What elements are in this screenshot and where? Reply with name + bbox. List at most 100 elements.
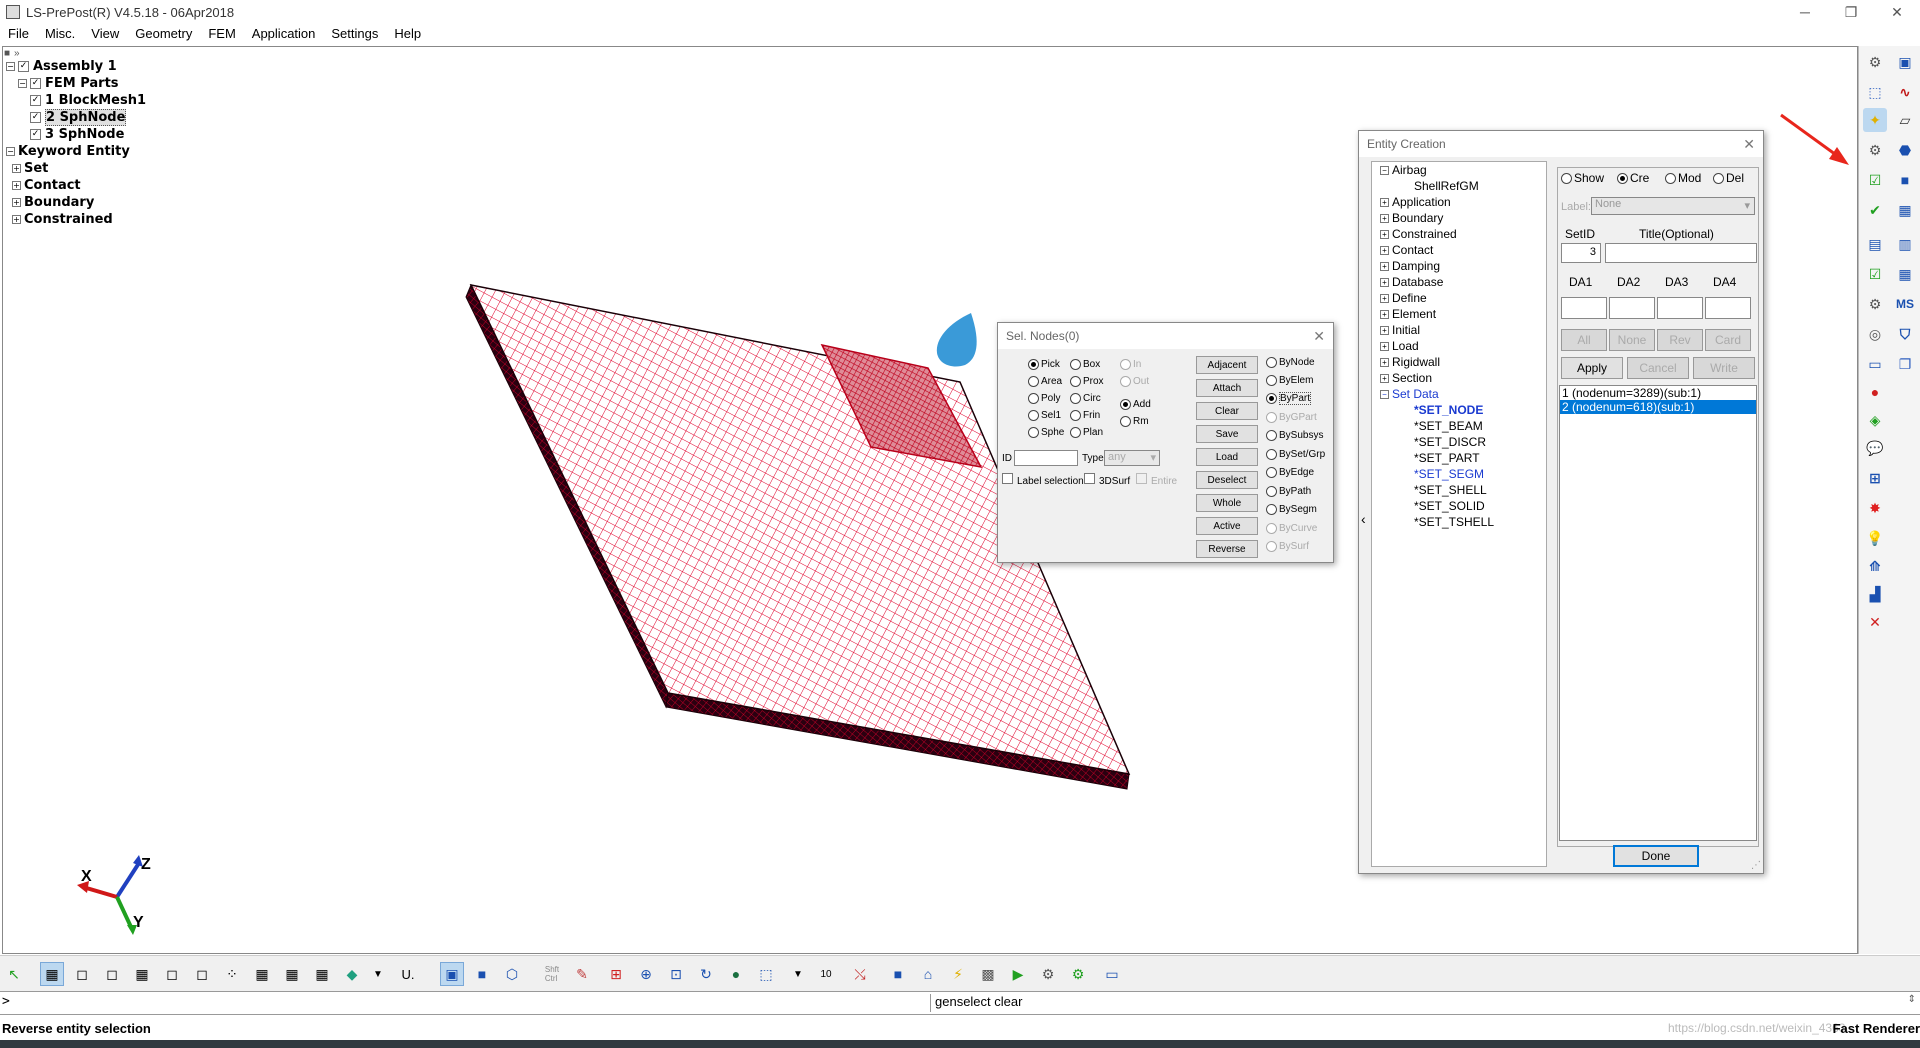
- disc-icon[interactable]: ◎: [1863, 322, 1887, 346]
- tree-node-airbag[interactable]: − Airbag: [1372, 162, 1546, 178]
- expand-icon[interactable]: +: [12, 181, 21, 190]
- hidden-line-icon[interactable]: ◻: [100, 962, 124, 986]
- done-button[interactable]: Done: [1613, 845, 1699, 867]
- expand-icon[interactable]: +: [1380, 213, 1389, 223]
- pages-icon[interactable]: ❐: [1893, 352, 1917, 376]
- radio-byedge[interactable]: ByEdge: [1266, 467, 1314, 478]
- dots-icon[interactable]: ⁘: [220, 962, 244, 986]
- cross-mesh-icon[interactable]: ✕: [1863, 610, 1887, 634]
- radio-frin[interactable]: Frin: [1070, 410, 1100, 421]
- speech-icon[interactable]: 💬: [1863, 436, 1887, 460]
- table-icon[interactable]: ▦: [1893, 262, 1917, 286]
- clear-button[interactable]: Clear: [1196, 402, 1258, 420]
- entity-creation-icon[interactable]: ✦: [1863, 108, 1887, 132]
- expand-icon[interactable]: +: [1380, 229, 1389, 239]
- reverse-button[interactable]: Reverse: [1196, 540, 1258, 558]
- cancel-button[interactable]: Cancel: [1627, 357, 1689, 379]
- da4-input[interactable]: [1705, 297, 1751, 319]
- stairs-icon[interactable]: ▟: [1863, 582, 1887, 606]
- wireframe-mesh-icon[interactable]: ▦: [40, 962, 64, 986]
- close-icon[interactable]: ✕: [1313, 328, 1325, 345]
- tree-node-database[interactable]: + Database: [1372, 274, 1546, 290]
- blocks-icon[interactable]: ⬚: [1863, 80, 1887, 104]
- settings-icon[interactable]: ⚙: [1863, 138, 1887, 162]
- radio-bygpart[interactable]: ByGPart: [1266, 412, 1317, 423]
- radio-rm[interactable]: Rm: [1120, 416, 1149, 427]
- apply-button[interactable]: Apply: [1561, 357, 1623, 379]
- plane-icon[interactable]: ▱: [1893, 108, 1917, 132]
- tree-node-define[interactable]: + Define: [1372, 290, 1546, 306]
- tree-node-element[interactable]: + Element: [1372, 306, 1546, 322]
- radio-prox[interactable]: Prox: [1070, 376, 1104, 387]
- expand-icon[interactable]: +: [1380, 277, 1389, 287]
- tree-node-contact[interactable]: + Contact: [1372, 242, 1546, 258]
- collapse-panel-icon[interactable]: ‹: [1361, 511, 1366, 527]
- da2-input[interactable]: [1609, 297, 1655, 319]
- collapse-icon[interactable]: −: [6, 62, 15, 71]
- list-item[interactable]: 2 (nodenum=618)(sub:1): [1560, 400, 1756, 414]
- tree-part-3[interactable]: ✓ 3 SphNode: [6, 126, 146, 143]
- rev-button[interactable]: Rev: [1657, 329, 1703, 351]
- checker-icon[interactable]: ▩: [976, 962, 1000, 986]
- box-icon[interactable]: ■: [1893, 168, 1917, 192]
- menu-application[interactable]: Application: [244, 26, 324, 41]
- chevron-down-icon[interactable]: ▼: [786, 962, 810, 986]
- fringe-icon[interactable]: ◆: [340, 962, 364, 986]
- tree-keyword-constrained[interactable]: + Constrained: [6, 211, 146, 228]
- menu-settings[interactable]: Settings: [323, 26, 386, 41]
- radio-bysetgrp[interactable]: BySet/Grp: [1266, 449, 1325, 460]
- radio-del[interactable]: Del: [1713, 171, 1744, 185]
- radio-bysurf[interactable]: BySurf: [1266, 541, 1309, 552]
- expand-icon[interactable]: +: [1380, 261, 1389, 271]
- bulb-icon[interactable]: 💡: [1863, 526, 1887, 550]
- shift-ctrl-label[interactable]: Shft Ctrl: [540, 962, 564, 986]
- gears-icon[interactable]: ⚙: [1863, 50, 1887, 74]
- tree-part-1[interactable]: ✓ 1 BlockMesh1: [6, 92, 146, 109]
- tree-icon[interactable]: ⟰: [1863, 554, 1887, 578]
- split-view-icon[interactable]: ⊞: [1863, 466, 1887, 490]
- radio-show[interactable]: Show: [1561, 171, 1604, 185]
- expand-icon[interactable]: +: [1380, 293, 1389, 303]
- model-check-icon[interactable]: ☑: [1863, 262, 1887, 286]
- tree-node-section[interactable]: + Section: [1372, 370, 1546, 386]
- expand-icon[interactable]: +: [1380, 357, 1389, 367]
- type-select[interactable]: any ▾: [1104, 450, 1160, 466]
- radio-area[interactable]: Area: [1028, 376, 1062, 387]
- checkbox-checked-icon[interactable]: ✓: [18, 61, 29, 72]
- da3-input[interactable]: [1657, 297, 1703, 319]
- gears-icon[interactable]: ⚙: [1036, 962, 1060, 986]
- cube-arrow-icon[interactable]: ◈: [1863, 408, 1887, 432]
- radio-out[interactable]: Out: [1120, 376, 1149, 387]
- radio-plan[interactable]: Plan: [1070, 427, 1103, 438]
- title-input[interactable]: [1605, 243, 1757, 263]
- save-button[interactable]: Save: [1196, 425, 1258, 443]
- radio-bypath[interactable]: ByPath: [1266, 486, 1311, 497]
- maximize-button[interactable]: ❐: [1828, 0, 1874, 24]
- radio-in[interactable]: In: [1120, 359, 1141, 370]
- window-icon[interactable]: ▭: [1863, 352, 1887, 376]
- pick-arrow-icon[interactable]: ↖: [2, 962, 26, 986]
- tree-keyword-boundary[interactable]: + Boundary: [6, 194, 146, 211]
- write-button[interactable]: Write: [1693, 357, 1755, 379]
- tree-node-set-shell[interactable]: *SET_SHELL: [1372, 482, 1546, 498]
- radio-pick[interactable]: Pick: [1028, 359, 1060, 370]
- expand-icon[interactable]: +: [1380, 197, 1389, 207]
- attach-button[interactable]: Attach: [1196, 379, 1258, 397]
- none-button[interactable]: None: [1609, 329, 1655, 351]
- radio-bysubsys[interactable]: BySubsys: [1266, 430, 1323, 441]
- shaded-view-icon[interactable]: ■: [470, 962, 494, 986]
- radio-bysegm[interactable]: BySegm: [1266, 504, 1317, 515]
- check-icon[interactable]: ☑: [1863, 168, 1887, 192]
- setid-input[interactable]: 3: [1561, 243, 1601, 263]
- surf3d-checkbox[interactable]: 3DSurf: [1084, 473, 1130, 487]
- da1-input[interactable]: [1561, 297, 1607, 319]
- menu-file[interactable]: File: [0, 26, 37, 41]
- explode-icon[interactable]: ✸: [1863, 496, 1887, 520]
- tree-part-2[interactable]: ✓ 2 SphNode: [6, 109, 146, 126]
- active-button[interactable]: Active: [1196, 517, 1258, 535]
- grid-icon[interactable]: ▥: [1893, 232, 1917, 256]
- mesh-icon[interactable]: ▦: [1893, 198, 1917, 222]
- scroll-arrows-icon[interactable]: ⇕: [1908, 994, 1916, 1005]
- collapse-icon[interactable]: −: [18, 79, 27, 88]
- expand-icon[interactable]: +: [1380, 341, 1389, 351]
